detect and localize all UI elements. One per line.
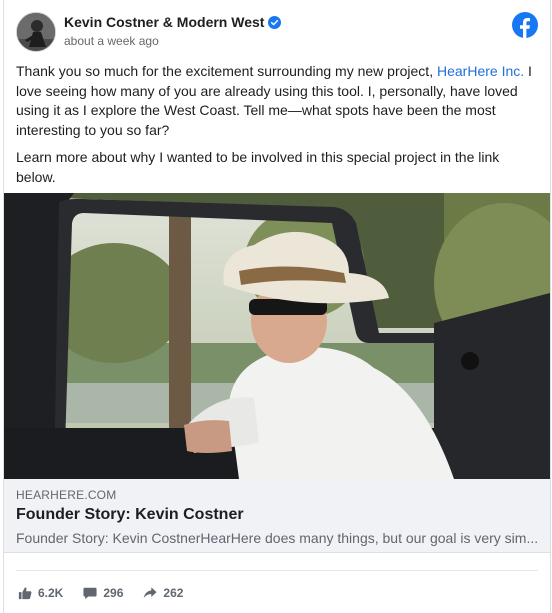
mention-link[interactable]: HearHere Inc. bbox=[437, 63, 524, 79]
post-paragraph-1: Thank you so much for the excitement sur… bbox=[16, 63, 532, 138]
page-name-text[interactable]: Kevin Costner & Modern West bbox=[64, 14, 264, 30]
facebook-post-card: Kevin Costner & Modern West about a week… bbox=[3, 0, 551, 613]
avatar[interactable] bbox=[16, 12, 56, 52]
link-preview-image[interactable] bbox=[4, 193, 550, 479]
post-body: Thank you so much for the excitement sur… bbox=[16, 62, 538, 195]
link-description: Founder Story: Kevin CostnerHearHere doe… bbox=[16, 530, 539, 546]
verified-badge-icon bbox=[268, 16, 282, 29]
likes-count[interactable]: 6.2K bbox=[18, 586, 63, 600]
engagement-stats: 6.2K 296 262 bbox=[18, 583, 183, 603]
link-preview[interactable]: HEARHERE.COM Founder Story: Kevin Costne… bbox=[4, 479, 550, 553]
like-icon bbox=[18, 587, 32, 600]
link-domain: HEARHERE.COM bbox=[16, 488, 117, 502]
post-timestamp[interactable]: about a week ago bbox=[64, 34, 159, 48]
comment-icon bbox=[83, 587, 97, 600]
preview-photo bbox=[4, 193, 550, 479]
post-paragraph-2: Learn more about why I wanted to be invo… bbox=[16, 149, 500, 185]
shares-count[interactable]: 262 bbox=[143, 586, 183, 600]
comments-count[interactable]: 296 bbox=[83, 586, 123, 600]
page-name[interactable]: Kevin Costner & Modern West bbox=[64, 14, 282, 30]
facebook-logo-icon[interactable] bbox=[512, 12, 538, 38]
share-icon bbox=[144, 587, 157, 599]
post-header: Kevin Costner & Modern West about a week… bbox=[16, 12, 538, 56]
stats-divider bbox=[16, 570, 538, 571]
link-title[interactable]: Founder Story: Kevin Costner bbox=[16, 506, 244, 524]
